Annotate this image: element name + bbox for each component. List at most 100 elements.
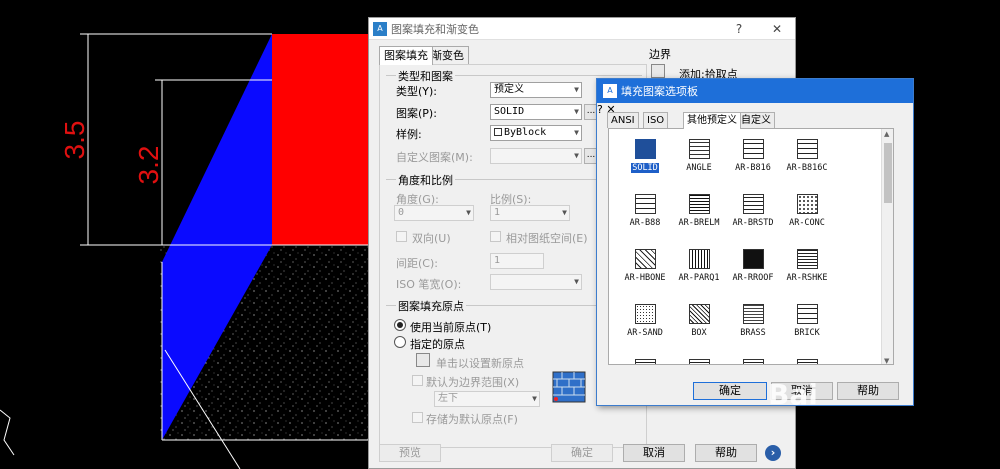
pattern-cell-brick[interactable]: BRICK	[777, 298, 837, 348]
pattern-name: BRICK	[794, 328, 820, 338]
more-options-icon[interactable]: ›	[765, 445, 781, 461]
pattern-swatch	[743, 249, 764, 269]
tab-custom[interactable]: 自定义	[737, 112, 775, 128]
pattern-cell-ar-parq1[interactable]: AR-PARQ1	[669, 243, 729, 293]
pattern-label: AR-HBONE	[615, 273, 675, 283]
pattern-swatch	[743, 194, 764, 214]
pattern-swatch	[743, 304, 764, 324]
specify-origin-radio[interactable]	[394, 336, 406, 348]
help-button[interactable]: 帮助	[695, 444, 757, 462]
tab-hatch[interactable]: 图案填充	[379, 46, 433, 65]
chevron-down-icon: ▼	[574, 277, 579, 286]
pattern-cell-ar-brstd[interactable]: AR-BRSTD	[723, 188, 783, 238]
group-label: 图案填充原点	[396, 298, 466, 314]
pattern-swatch-partial[interactable]	[743, 359, 764, 364]
pattern-swatch-partial[interactable]	[635, 359, 656, 364]
pattern-label: AR-PARQ1	[669, 273, 729, 283]
chevron-down-icon: ▼	[466, 208, 471, 217]
palette-help-button[interactable]: ?	[597, 103, 603, 116]
scrollbar-thumb[interactable]	[884, 143, 892, 203]
group-label: 类型和图案	[396, 68, 455, 84]
pattern-swatch-partial[interactable]	[689, 359, 710, 364]
pattern-cell-ar-b88[interactable]: AR-B88	[615, 188, 675, 238]
scroll-up-icon[interactable]: ▲	[884, 130, 889, 138]
ok-button[interactable]: 确定	[551, 444, 613, 462]
default-boundary-checkbox[interactable]	[412, 375, 423, 386]
store-default-label: 存储为默认原点(F)	[426, 413, 518, 426]
origin-position-value: 左下	[438, 393, 458, 404]
watermark-logo: Bai	[768, 378, 818, 411]
double-checkbox[interactable]	[396, 231, 407, 242]
close-icon[interactable]: ✕	[769, 21, 785, 37]
chevron-down-icon: ▼	[574, 151, 579, 160]
spacing-input[interactable]: 1	[490, 253, 544, 269]
sample-select[interactable]: ByBlock ▼	[490, 125, 582, 141]
tab-ansi[interactable]: ANSI	[607, 112, 639, 128]
spacing-label: 间距(C):	[396, 257, 438, 270]
pattern-cell-ar-b816c[interactable]: AR-B816C	[777, 133, 837, 183]
specify-origin-label: 指定的原点	[410, 338, 465, 351]
pattern-cell-brass[interactable]: BRASS	[723, 298, 783, 348]
pattern-cell-angle[interactable]: ANGLE	[669, 133, 729, 183]
pattern-swatch	[635, 194, 656, 214]
preview-button[interactable]: 预览	[379, 444, 441, 462]
pattern-cell-ar-conc[interactable]: AR-CONC	[777, 188, 837, 238]
dialog-title: 图案填充和渐变色	[391, 22, 479, 36]
pattern-name: ANGLE	[686, 163, 712, 173]
help-title-button[interactable]: ?	[731, 21, 747, 37]
pattern-label: AR-RSHKE	[777, 273, 837, 283]
custom-pattern-label: 自定义图案(M):	[396, 151, 473, 164]
pattern-name: AR-CONC	[789, 218, 825, 228]
pattern-cell-ar-rroof[interactable]: AR-RROOF	[723, 243, 783, 293]
click-set-origin-label: 单击以设置新原点	[436, 357, 524, 370]
pattern-cell-ar-rshke[interactable]: AR-RSHKE	[777, 243, 837, 293]
type-select[interactable]: 预定义 ▼	[490, 82, 582, 98]
pattern-swatch	[635, 304, 656, 324]
scale-select[interactable]: 1 ▼	[490, 205, 570, 221]
pattern-cell-ar-sand[interactable]: AR-SAND	[615, 298, 675, 348]
pattern-swatch-partial[interactable]	[797, 359, 818, 364]
custom-pattern-select[interactable]: ▼	[490, 148, 582, 164]
pattern-name: AR-RROOF	[732, 273, 774, 283]
pattern-swatch	[635, 249, 656, 269]
pattern-cell-ar-brelm[interactable]: AR-BRELM	[669, 188, 729, 238]
pattern-swatch	[797, 249, 818, 269]
palette-titlebar[interactable]: A 填充图案选项板	[597, 79, 913, 103]
pattern-name: AR-SAND	[627, 328, 663, 338]
angle-select[interactable]: 0 ▼	[394, 205, 474, 221]
pattern-cell-box[interactable]: BOX	[669, 298, 729, 348]
angle-value: 0	[398, 207, 405, 218]
origin-position-select[interactable]: 左下 ▼	[434, 391, 540, 407]
dim-text-inner: 3.2	[133, 146, 164, 185]
type-value: 预定义	[494, 84, 524, 95]
pattern-select[interactable]: SOLID ▼	[490, 104, 582, 120]
pattern-name: AR-B816	[735, 163, 771, 173]
color-square-icon	[494, 128, 502, 136]
palette-help-text-button[interactable]: 帮助	[837, 382, 899, 400]
pattern-label: BRASS	[723, 328, 783, 338]
tab-other-predefined[interactable]: 其他预定义	[683, 112, 741, 129]
group-label: 角度和比例	[396, 172, 455, 188]
pattern-swatch	[689, 194, 710, 214]
pattern-swatch	[689, 304, 710, 324]
cancel-button[interactable]: 取消	[623, 444, 685, 462]
pattern-cell-ar-b816[interactable]: AR-B816	[723, 133, 783, 183]
double-label: 双向(U)	[412, 232, 451, 245]
store-default-checkbox[interactable]	[412, 412, 423, 423]
iso-pen-select[interactable]: ▼	[490, 274, 582, 290]
relative-paper-checkbox[interactable]	[490, 231, 501, 242]
scrollbar[interactable]: ▲ ▼	[881, 129, 893, 364]
use-current-origin-radio[interactable]	[394, 319, 406, 331]
scroll-down-icon[interactable]: ▼	[884, 357, 889, 364]
chevron-down-icon: ▼	[574, 85, 579, 94]
palette-ok-button[interactable]: 确定	[693, 382, 767, 400]
pattern-cell-ar-hbone[interactable]: AR-HBONE	[615, 243, 675, 293]
pick-origin-icon[interactable]	[416, 353, 430, 367]
chevron-down-icon: ▼	[532, 394, 537, 403]
pattern-swatch	[689, 139, 710, 159]
pattern-cell-solid[interactable]: SOLID	[615, 133, 675, 183]
pattern-label: BRICK	[777, 328, 837, 338]
tab-iso[interactable]: ISO	[643, 112, 669, 128]
pattern-name: AR-BRELM	[678, 218, 720, 228]
add-pick-points-icon[interactable]	[651, 64, 665, 78]
